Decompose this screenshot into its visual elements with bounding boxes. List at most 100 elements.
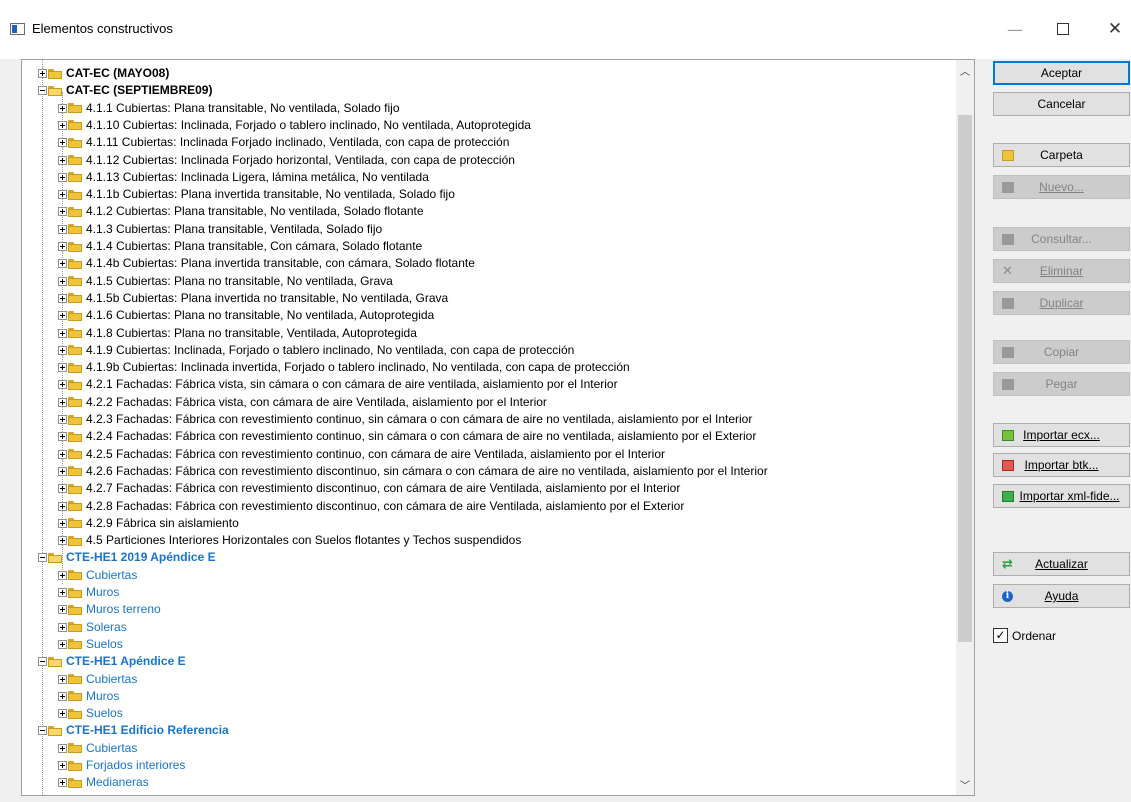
tree-node[interactable]: 4.1.5 Cubiertas: Plana no transitable, N… — [58, 273, 393, 290]
expand-icon[interactable] — [58, 605, 67, 615]
eliminar-button[interactable]: ✕ Eliminar — [993, 259, 1130, 283]
expand-icon[interactable] — [58, 709, 67, 719]
expand-icon[interactable] — [58, 328, 67, 338]
duplicar-button[interactable]: Duplicar — [993, 291, 1130, 315]
elements-tree[interactable]: CAT-EC (MAYO08) CAT-EC (SEPTIEMBRE09) 4.1.… — [21, 59, 975, 796]
tree-node[interactable]: 4.2.3 Fachadas: Fábrica con revestimient… — [58, 411, 752, 428]
collapse-icon[interactable] — [38, 553, 47, 563]
expand-icon[interactable] — [58, 536, 67, 546]
expand-icon[interactable] — [58, 259, 67, 269]
expand-icon[interactable] — [58, 311, 67, 321]
expand-icon[interactable] — [58, 466, 67, 476]
expand-icon[interactable] — [38, 69, 47, 78]
expand-icon[interactable] — [58, 363, 67, 373]
ayuda-button[interactable]: i Ayuda — [993, 584, 1130, 608]
tree-node[interactable]: 4.1.13 Cubiertas: Inclinada Ligera, lámi… — [58, 169, 429, 186]
tree-node[interactable]: Medianeras — [58, 774, 149, 791]
expand-icon[interactable] — [58, 501, 67, 511]
expand-icon[interactable] — [58, 103, 67, 113]
carpeta-button[interactable]: Carpeta — [993, 143, 1130, 167]
tree-node[interactable]: Cubiertas — [58, 567, 137, 584]
tree-node[interactable]: Muros terreno — [58, 601, 161, 618]
scroll-thumb[interactable] — [958, 115, 972, 642]
tree-node[interactable]: 4.1.1b Cubiertas: Plana invertida transi… — [58, 186, 455, 203]
scroll-up-icon[interactable]: ︿ — [956, 62, 974, 79]
expand-icon[interactable] — [58, 674, 67, 684]
tree-node[interactable]: 4.1.11 Cubiertas: Inclinada Forjado incl… — [58, 134, 509, 151]
tree-node[interactable]: Cubiertas — [58, 740, 137, 757]
tree-node[interactable]: 4.2.1 Fachadas: Fábrica vista, sin cámar… — [58, 376, 618, 393]
importar-xml-button[interactable]: Importar xml-fide... — [993, 484, 1130, 508]
maximize-button[interactable] — [1040, 14, 1086, 44]
expand-icon[interactable] — [58, 449, 67, 459]
tree-node[interactable]: 4.1.9 Cubiertas: Inclinada, Forjado o ta… — [58, 342, 574, 359]
expand-icon[interactable] — [58, 622, 67, 632]
consultar-button[interactable]: Consultar... — [993, 227, 1130, 251]
close-button[interactable]: ✕ — [1092, 14, 1131, 44]
tree-node[interactable]: 4.2.5 Fachadas: Fábrica con revestimient… — [58, 446, 665, 463]
tree-node[interactable]: 4.1.5b Cubiertas: Plana invertida no tra… — [58, 290, 448, 307]
expand-icon[interactable] — [58, 691, 67, 701]
tree-node[interactable]: Forjados interiores — [58, 757, 185, 774]
expand-icon[interactable] — [58, 276, 67, 286]
expand-icon[interactable] — [58, 155, 67, 165]
tree-node[interactable]: 4.2.8 Fachadas: Fábrica con revestimient… — [58, 498, 684, 515]
expand-icon[interactable] — [58, 518, 67, 528]
expand-icon[interactable] — [58, 415, 67, 424]
tree-node[interactable]: 4.2.4 Fachadas: Fábrica con revestimient… — [58, 428, 756, 445]
tree-node[interactable]: 4.1.3 Cubiertas: Plana transitable, Vent… — [58, 221, 382, 238]
expand-icon[interactable] — [58, 397, 67, 407]
tree-node[interactable]: Suelos — [58, 636, 123, 653]
tree-scrollbar[interactable]: ︿ ﹀ — [956, 60, 974, 795]
expand-icon[interactable] — [58, 224, 67, 234]
expand-icon[interactable] — [58, 380, 67, 390]
tree-root-node[interactable]: CTE-HE1 Apéndice E — [38, 653, 186, 670]
tree-node[interactable]: 4.1.2 Cubiertas: Plana transitable, No v… — [58, 203, 424, 220]
importar-btk-button[interactable]: Importar btk... — [993, 453, 1130, 477]
collapse-icon[interactable] — [38, 657, 47, 667]
tree-node[interactable]: 4.1.9b Cubiertas: Inclinada invertida, F… — [58, 359, 630, 376]
tree-node[interactable]: Muros — [58, 584, 119, 601]
expand-icon[interactable] — [58, 345, 67, 355]
tree-node[interactable]: Cubiertas — [58, 671, 137, 688]
tree-node[interactable]: 4.1.8 Cubiertas: Plana no transitable, V… — [58, 325, 417, 342]
expand-icon[interactable] — [58, 761, 67, 770]
tree-root-node[interactable]: CTE-HE1 2019 Apéndice E — [38, 549, 216, 566]
copiar-button[interactable]: Copiar — [993, 340, 1130, 364]
tree-node[interactable]: 4.1.1 Cubiertas: Plana transitable, No v… — [58, 100, 400, 117]
tree-node[interactable]: 4.1.4 Cubiertas: Plana transitable, Con … — [58, 238, 422, 255]
tree-node[interactable]: 4.5 Particiones Interiores Horizontales … — [58, 532, 521, 549]
expand-icon[interactable] — [58, 293, 67, 303]
tree-root-node[interactable]: CAT-EC (SEPTIEMBRE09) — [38, 82, 212, 99]
tree-node[interactable]: 4.1.12 Cubiertas: Inclinada Forjado hori… — [58, 152, 515, 169]
minimize-button[interactable]: — — [992, 14, 1038, 44]
expand-icon[interactable] — [58, 172, 67, 182]
tree-node[interactable]: Muros — [58, 688, 119, 705]
pegar-button[interactable]: Pegar — [993, 372, 1130, 396]
importar-ecx-button[interactable]: Importar ecx... — [993, 423, 1130, 447]
tree-node[interactable]: Soleras — [58, 619, 127, 636]
expand-icon[interactable] — [58, 588, 67, 597]
expand-icon[interactable] — [58, 120, 67, 130]
tree-root-node[interactable]: CTE-HE1 Edificio Referencia — [38, 722, 229, 739]
tree-node[interactable]: 4.2.7 Fachadas: Fábrica con revestimient… — [58, 480, 680, 497]
tree-node[interactable]: 4.1.6 Cubiertas: Plana no transitable, N… — [58, 307, 434, 324]
expand-icon[interactable] — [58, 743, 67, 753]
expand-icon[interactable] — [58, 190, 67, 200]
expand-icon[interactable] — [58, 207, 67, 217]
collapse-icon[interactable] — [38, 86, 47, 96]
scroll-down-icon[interactable]: ﹀ — [956, 776, 974, 793]
expand-icon[interactable] — [58, 570, 67, 580]
actualizar-button[interactable]: ⇄ Actualizar — [993, 552, 1130, 576]
expand-icon[interactable] — [58, 639, 67, 649]
aceptar-button[interactable]: Aceptar — [993, 61, 1130, 85]
tree-node[interactable]: 4.2.2 Fachadas: Fábrica vista, con cámar… — [58, 394, 547, 411]
collapse-icon[interactable] — [38, 726, 47, 736]
tree-node[interactable]: 4.1.10 Cubiertas: Inclinada, Forjado o t… — [58, 117, 531, 134]
expand-icon[interactable] — [58, 484, 67, 494]
expand-icon[interactable] — [58, 138, 67, 148]
tree-node[interactable]: 4.2.6 Fachadas: Fábrica con revestimient… — [58, 463, 768, 480]
tree-node[interactable]: 4.2.9 Fábrica sin aislamiento — [58, 515, 239, 532]
expand-icon[interactable] — [58, 242, 67, 251]
nuevo-button[interactable]: Nuevo... — [993, 175, 1130, 199]
